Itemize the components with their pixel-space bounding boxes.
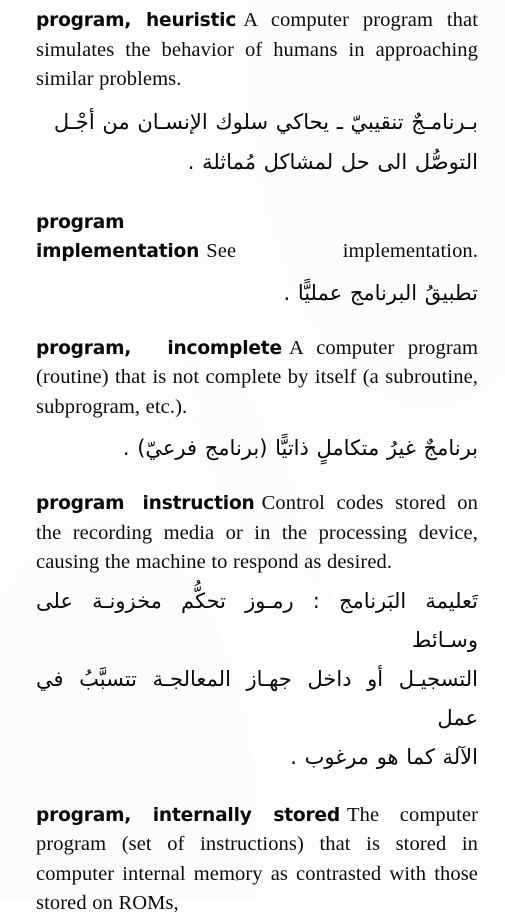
arabic-line: الآلة كما هو مرغوب . xyxy=(290,744,478,769)
entry-definition-block: program instruction Control codes stored … xyxy=(36,489,478,578)
dictionary-page: program, heuristic A computer program tha… xyxy=(0,0,505,914)
text-column: program, heuristic A computer program tha… xyxy=(36,6,478,919)
dictionary-entry: program implementation See implementation… xyxy=(36,208,478,312)
entry-definition-block: program, heuristic A computer program tha… xyxy=(36,6,478,95)
dictionary-entry: program, internally stored The computer p… xyxy=(36,801,478,919)
entry-arabic-translation: بـرنامـجٌ تنقيبيّ ـ يحاكي سلوك الإنسـان … xyxy=(36,102,478,182)
entry-headword: program, incomplete xyxy=(36,337,282,359)
arabic-line: بـرنامـجٌ تنقيبيّ ـ يحاكي سلوك الإنسـان … xyxy=(53,109,478,134)
entry-definition-text: See implementation. xyxy=(206,240,478,262)
arabic-line: التسجيـل أو داخل جهـاز المعالجـة تتسبَّب… xyxy=(36,666,478,730)
entry-headword: program instruction xyxy=(36,493,255,514)
entry-arabic-translation: برنامجٌ غيرُ متكاملٍ ذاتيًّا (برنامج فرع… xyxy=(36,429,478,467)
entry-headword: program, heuristic xyxy=(36,10,237,31)
arabic-line: التوصُّل الى حل لمشاكل مُماثلة . xyxy=(187,149,478,174)
entry-definition-block: program implementation See implementation… xyxy=(36,208,478,267)
entry-arabic-translation: تطبيقُ البرنامج عمليًّا . xyxy=(36,274,478,312)
entry-headword: program, internally stored xyxy=(36,804,340,826)
dictionary-entry: program, incomplete A computer program (r… xyxy=(36,334,478,468)
dictionary-entry: program instruction Control codes stored … xyxy=(36,489,478,777)
entry-definition-block: program, incomplete A computer program (r… xyxy=(36,334,478,423)
entry-headword: program implementation xyxy=(36,211,200,263)
dictionary-entry: program, heuristic A computer program tha… xyxy=(36,6,478,182)
entry-definition-block: program, internally stored The computer p… xyxy=(36,801,478,919)
arabic-line: برنامجٌ غيرُ متكاملٍ ذاتيًّا (برنامج فرع… xyxy=(122,436,478,460)
entry-arabic-translation: تَعليمة البَرنامج : رمـوز تحكُّم مخزونـة… xyxy=(36,582,478,777)
arabic-line: تطبيقُ البرنامج عمليًّا . xyxy=(283,280,478,305)
arabic-line: تَعليمة البَرنامج : رمـوز تحكُّم مخزونـة… xyxy=(36,588,478,652)
